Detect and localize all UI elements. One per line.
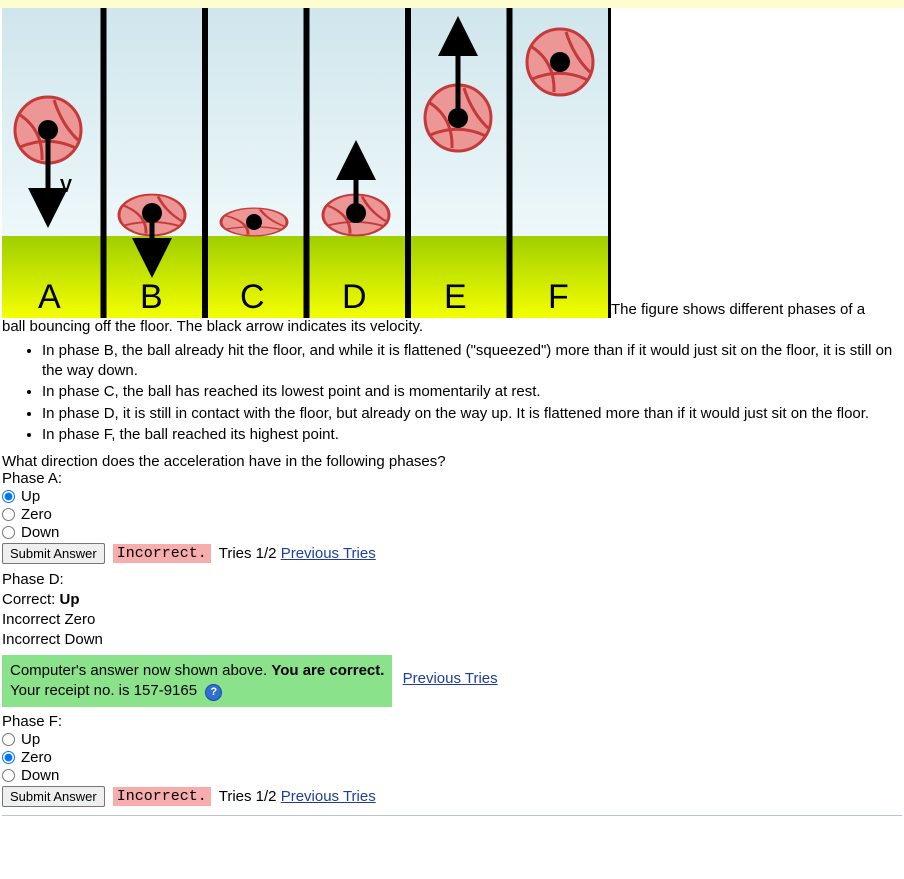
panel-label-a: A xyxy=(38,278,61,316)
phase-a-option-up[interactable] xyxy=(2,490,15,503)
option-label: Up xyxy=(21,488,40,505)
tries-text: Tries 1/2 xyxy=(219,788,277,805)
list-item: In phase C, the ball has reached its low… xyxy=(42,382,902,402)
option-label: Down xyxy=(21,524,59,541)
panel-label-e: E xyxy=(444,278,467,316)
previous-tries-link[interactable]: Previous Tries xyxy=(281,545,376,562)
submit-answer-button[interactable]: Submit Answer xyxy=(2,543,105,564)
tries-text: Tries 1/2 xyxy=(219,545,277,562)
panel-label-b: B xyxy=(140,278,163,316)
option-label: Down xyxy=(21,767,59,784)
top-accent-bar xyxy=(0,0,904,8)
question-prompt: What direction does the acceleration hav… xyxy=(2,453,902,470)
phase-f-label: Phase F: xyxy=(2,713,902,730)
submit-answer-button[interactable]: Submit Answer xyxy=(2,786,105,807)
bounce-figure: V A B C D E F xyxy=(2,8,611,318)
phase-a-option-down[interactable] xyxy=(2,526,15,539)
phase-d-incorrect-2: Incorrect Down xyxy=(2,630,902,650)
phase-a-label: Phase A: xyxy=(2,470,902,487)
velocity-label: V xyxy=(60,176,72,196)
option-label: Zero xyxy=(21,749,52,766)
feedback-incorrect: Incorrect. xyxy=(113,544,211,563)
correct-feedback-box: Computer's answer now shown above. You a… xyxy=(2,655,392,708)
phase-d-correct-value: Up xyxy=(60,591,80,608)
previous-tries-link[interactable]: Previous Tries xyxy=(403,670,498,687)
list-item: In phase D, it is still in contact with … xyxy=(42,404,902,424)
phase-a-option-zero[interactable] xyxy=(2,508,15,521)
panel-label-f: F xyxy=(548,278,569,316)
correct-box-prefix: Computer's answer now shown above. xyxy=(10,662,271,679)
list-item: In phase B, the ball already hit the flo… xyxy=(42,341,902,380)
phase-f-option-zero[interactable] xyxy=(2,751,15,764)
panel-label-c: C xyxy=(240,278,265,316)
phase-f-option-up[interactable] xyxy=(2,733,15,746)
help-icon[interactable]: ? xyxy=(205,684,222,701)
list-item: In phase F, the ball reached its highest… xyxy=(42,425,902,445)
previous-tries-link[interactable]: Previous Tries xyxy=(281,788,376,805)
phase-d-correct-prefix: Correct: xyxy=(2,591,60,608)
feedback-incorrect: Incorrect. xyxy=(113,787,211,806)
option-label: Up xyxy=(21,731,40,748)
option-label: Zero xyxy=(21,506,52,523)
intro-right-text: The figure shows different phases of a xyxy=(611,301,865,318)
phase-d-incorrect-1: Incorrect Zero xyxy=(2,610,902,630)
section-divider xyxy=(2,815,902,816)
panel-label-d: D xyxy=(342,278,367,316)
phase-f-option-down[interactable] xyxy=(2,769,15,782)
correct-box-bold: You are correct. xyxy=(271,662,384,679)
phase-description-list: In phase B, the ball already hit the flo… xyxy=(2,341,902,445)
phase-d-label: Phase D: xyxy=(2,570,902,590)
receipt-text: Your receipt no. is 157-9165 xyxy=(10,682,197,699)
intro-below-text: ball bouncing off the floor. The black a… xyxy=(2,318,902,335)
